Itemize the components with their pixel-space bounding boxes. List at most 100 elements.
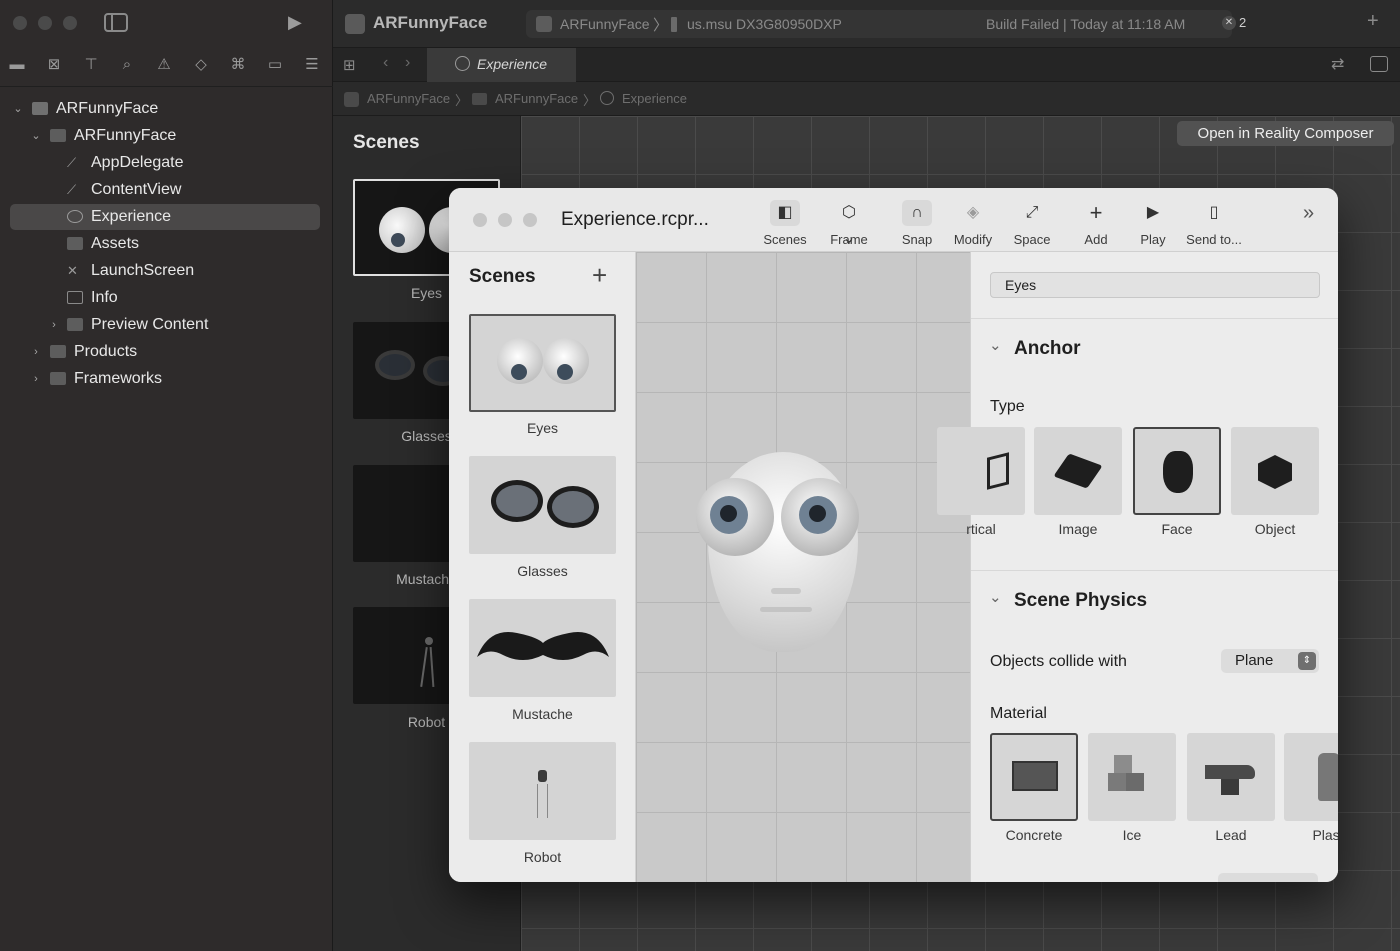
- right-eyeball[interactable]: [781, 478, 859, 556]
- tab-experience[interactable]: Experience: [427, 48, 576, 82]
- plist-icon: [67, 291, 83, 304]
- chevron-down-icon[interactable]: ⌄: [30, 123, 42, 149]
- breakpoint-navigator-icon[interactable]: ▭: [266, 56, 284, 74]
- chevron-right-icon[interactable]: ›: [30, 366, 42, 392]
- send-to-toolbar-button[interactable]: ▯ Send to...: [1181, 200, 1247, 248]
- project-icon: [32, 102, 48, 115]
- tree-item-info[interactable]: Info: [10, 285, 320, 311]
- tree-item-label: Preview Content: [91, 316, 209, 333]
- add-icon[interactable]: +: [1367, 10, 1379, 33]
- stepper-chevrons-icon: ⇕: [1298, 652, 1316, 670]
- chevron-down-icon[interactable]: ⌄: [12, 96, 24, 122]
- activity-view[interactable]: ARFunnyFace 〉 us.msu DX3G80950DXP Build …: [526, 10, 1232, 38]
- overflow-chevron-icon[interactable]: »: [1303, 202, 1314, 225]
- minimize-window-button[interactable]: [38, 16, 52, 30]
- split-editor-icon[interactable]: [1370, 56, 1388, 72]
- tree-item-contentview[interactable]: ⟋ ContentView: [10, 177, 320, 203]
- zoom-window-button[interactable]: [63, 16, 77, 30]
- anchor-type-vertical[interactable]: [937, 427, 1025, 515]
- collide-select[interactable]: Plane ⇕: [1221, 649, 1319, 673]
- debug-navigator-icon[interactable]: ⌘: [229, 56, 247, 74]
- material-concrete[interactable]: [990, 733, 1078, 821]
- tree-item-group[interactable]: ⌄ ARFunnyFace: [10, 123, 320, 149]
- tree-item-experience[interactable]: Experience: [10, 204, 320, 230]
- material-lead[interactable]: [1187, 733, 1275, 821]
- toggle-sidebar-icon[interactable]: [104, 13, 128, 32]
- scene-name-field[interactable]: Eyes: [990, 272, 1320, 298]
- tree-item-label: Products: [74, 343, 138, 360]
- toolbar-label: Play: [1140, 232, 1166, 247]
- tree-item-assets[interactable]: Assets: [10, 231, 320, 257]
- test-navigator-icon[interactable]: ◇: [192, 56, 210, 74]
- close-window-button[interactable]: [13, 16, 27, 30]
- modify-toolbar-button[interactable]: ◈ Modify: [947, 200, 999, 248]
- tree-item-preview-content[interactable]: › Preview Content: [10, 312, 320, 338]
- add-toolbar-button[interactable]: + Add: [1070, 200, 1122, 248]
- anchor-type-face[interactable]: [1133, 427, 1221, 515]
- material-plastic[interactable]: [1284, 733, 1338, 821]
- minimize-window-button[interactable]: [498, 213, 512, 227]
- chevron-down-icon[interactable]: ⌄: [989, 588, 1002, 606]
- error-count[interactable]: 2: [1239, 15, 1246, 30]
- breadcrumb-item[interactable]: Experience: [622, 91, 687, 106]
- scenes-toolbar-button[interactable]: ◧ Scenes: [756, 200, 814, 248]
- tree-item-launchscreen[interactable]: ✕ LaunchScreen: [10, 258, 320, 284]
- issue-navigator-icon[interactable]: ⚠: [155, 56, 173, 74]
- refresh-icon[interactable]: ⇄: [1331, 54, 1344, 74]
- device-selector[interactable]: us.msu DX3G80950DXP: [687, 16, 842, 32]
- magnet-icon: ∩: [902, 200, 932, 226]
- tree-item-appdelegate[interactable]: ⟋ AppDelegate: [10, 150, 320, 176]
- tree-item-products[interactable]: › Products: [10, 339, 320, 365]
- breadcrumb-item[interactable]: ARFunnyFace: [495, 91, 578, 106]
- breadcrumb-item[interactable]: ARFunnyFace: [367, 91, 450, 106]
- anchor-type-object[interactable]: [1231, 427, 1319, 515]
- close-window-button[interactable]: [473, 213, 487, 227]
- play-toolbar-button[interactable]: ▶ Play: [1127, 200, 1179, 248]
- tree-item-label: LaunchScreen: [91, 262, 195, 279]
- source-control-icon[interactable]: ⊠: [45, 56, 63, 74]
- error-icon[interactable]: ✕: [1222, 16, 1236, 30]
- chevron-right-icon: 〉: [653, 17, 669, 34]
- add-scene-icon[interactable]: +: [592, 260, 607, 291]
- anchor-type-label: rtical: [966, 521, 996, 537]
- chevron-right-icon[interactable]: ›: [48, 312, 60, 338]
- app-project-icon: [344, 92, 359, 107]
- rc-viewport[interactable]: [636, 252, 970, 882]
- space-toolbar-button[interactable]: ⤢ Space: [1006, 200, 1058, 248]
- folder-icon: [67, 318, 83, 331]
- chevron-down-icon[interactable]: ⌄: [989, 336, 1002, 354]
- report-navigator-icon[interactable]: ☰: [303, 56, 321, 74]
- grid-icon[interactable]: ⊞: [343, 56, 356, 74]
- anchor-section-title[interactable]: Anchor: [1014, 338, 1081, 360]
- rc-scene-thumb-glasses[interactable]: [469, 456, 616, 554]
- left-eyeball[interactable]: [696, 478, 774, 556]
- material-label-item: Plast: [1312, 827, 1338, 843]
- vertical-plane-icon: [987, 452, 1009, 490]
- zoom-window-button[interactable]: [523, 213, 537, 227]
- scenes-title: Scenes: [469, 266, 536, 287]
- project-navigator-icon[interactable]: ▬: [8, 56, 26, 74]
- rc-scene-thumb-mustache[interactable]: [469, 599, 616, 697]
- material-label-item: Concrete: [1005, 827, 1063, 843]
- scheme-selector[interactable]: ARFunnyFace: [560, 16, 649, 32]
- tree-item-frameworks[interactable]: › Frameworks: [10, 366, 320, 392]
- rc-scene-thumb-robot[interactable]: [469, 742, 616, 840]
- symbol-navigator-icon[interactable]: ⊤: [82, 56, 100, 74]
- chevron-right-icon[interactable]: ›: [30, 339, 42, 365]
- forward-icon[interactable]: ›: [405, 54, 410, 72]
- anchor-type-image[interactable]: [1034, 427, 1122, 515]
- play-icon: ▶: [1146, 204, 1160, 221]
- run-icon[interactable]: ▶: [288, 12, 302, 33]
- find-navigator-icon[interactable]: ⌕: [118, 56, 136, 74]
- material-ice[interactable]: [1088, 733, 1176, 821]
- mustache-image: [477, 632, 609, 660]
- rc-scene-thumb-eyes[interactable]: [469, 314, 616, 412]
- open-in-reality-composer-button[interactable]: Open in Reality Composer: [1177, 121, 1394, 146]
- tree-item-project[interactable]: ⌄ ARFunnyFace: [10, 96, 320, 122]
- folder-icon: [50, 129, 66, 142]
- back-icon[interactable]: ‹: [383, 54, 388, 72]
- snap-toolbar-button[interactable]: ∩ Snap: [891, 200, 943, 248]
- gravity-field[interactable]: [1218, 873, 1318, 882]
- frame-toolbar-button[interactable]: ⬡ ⌄ Frame: [820, 200, 878, 248]
- scene-physics-section-title[interactable]: Scene Physics: [1014, 590, 1147, 612]
